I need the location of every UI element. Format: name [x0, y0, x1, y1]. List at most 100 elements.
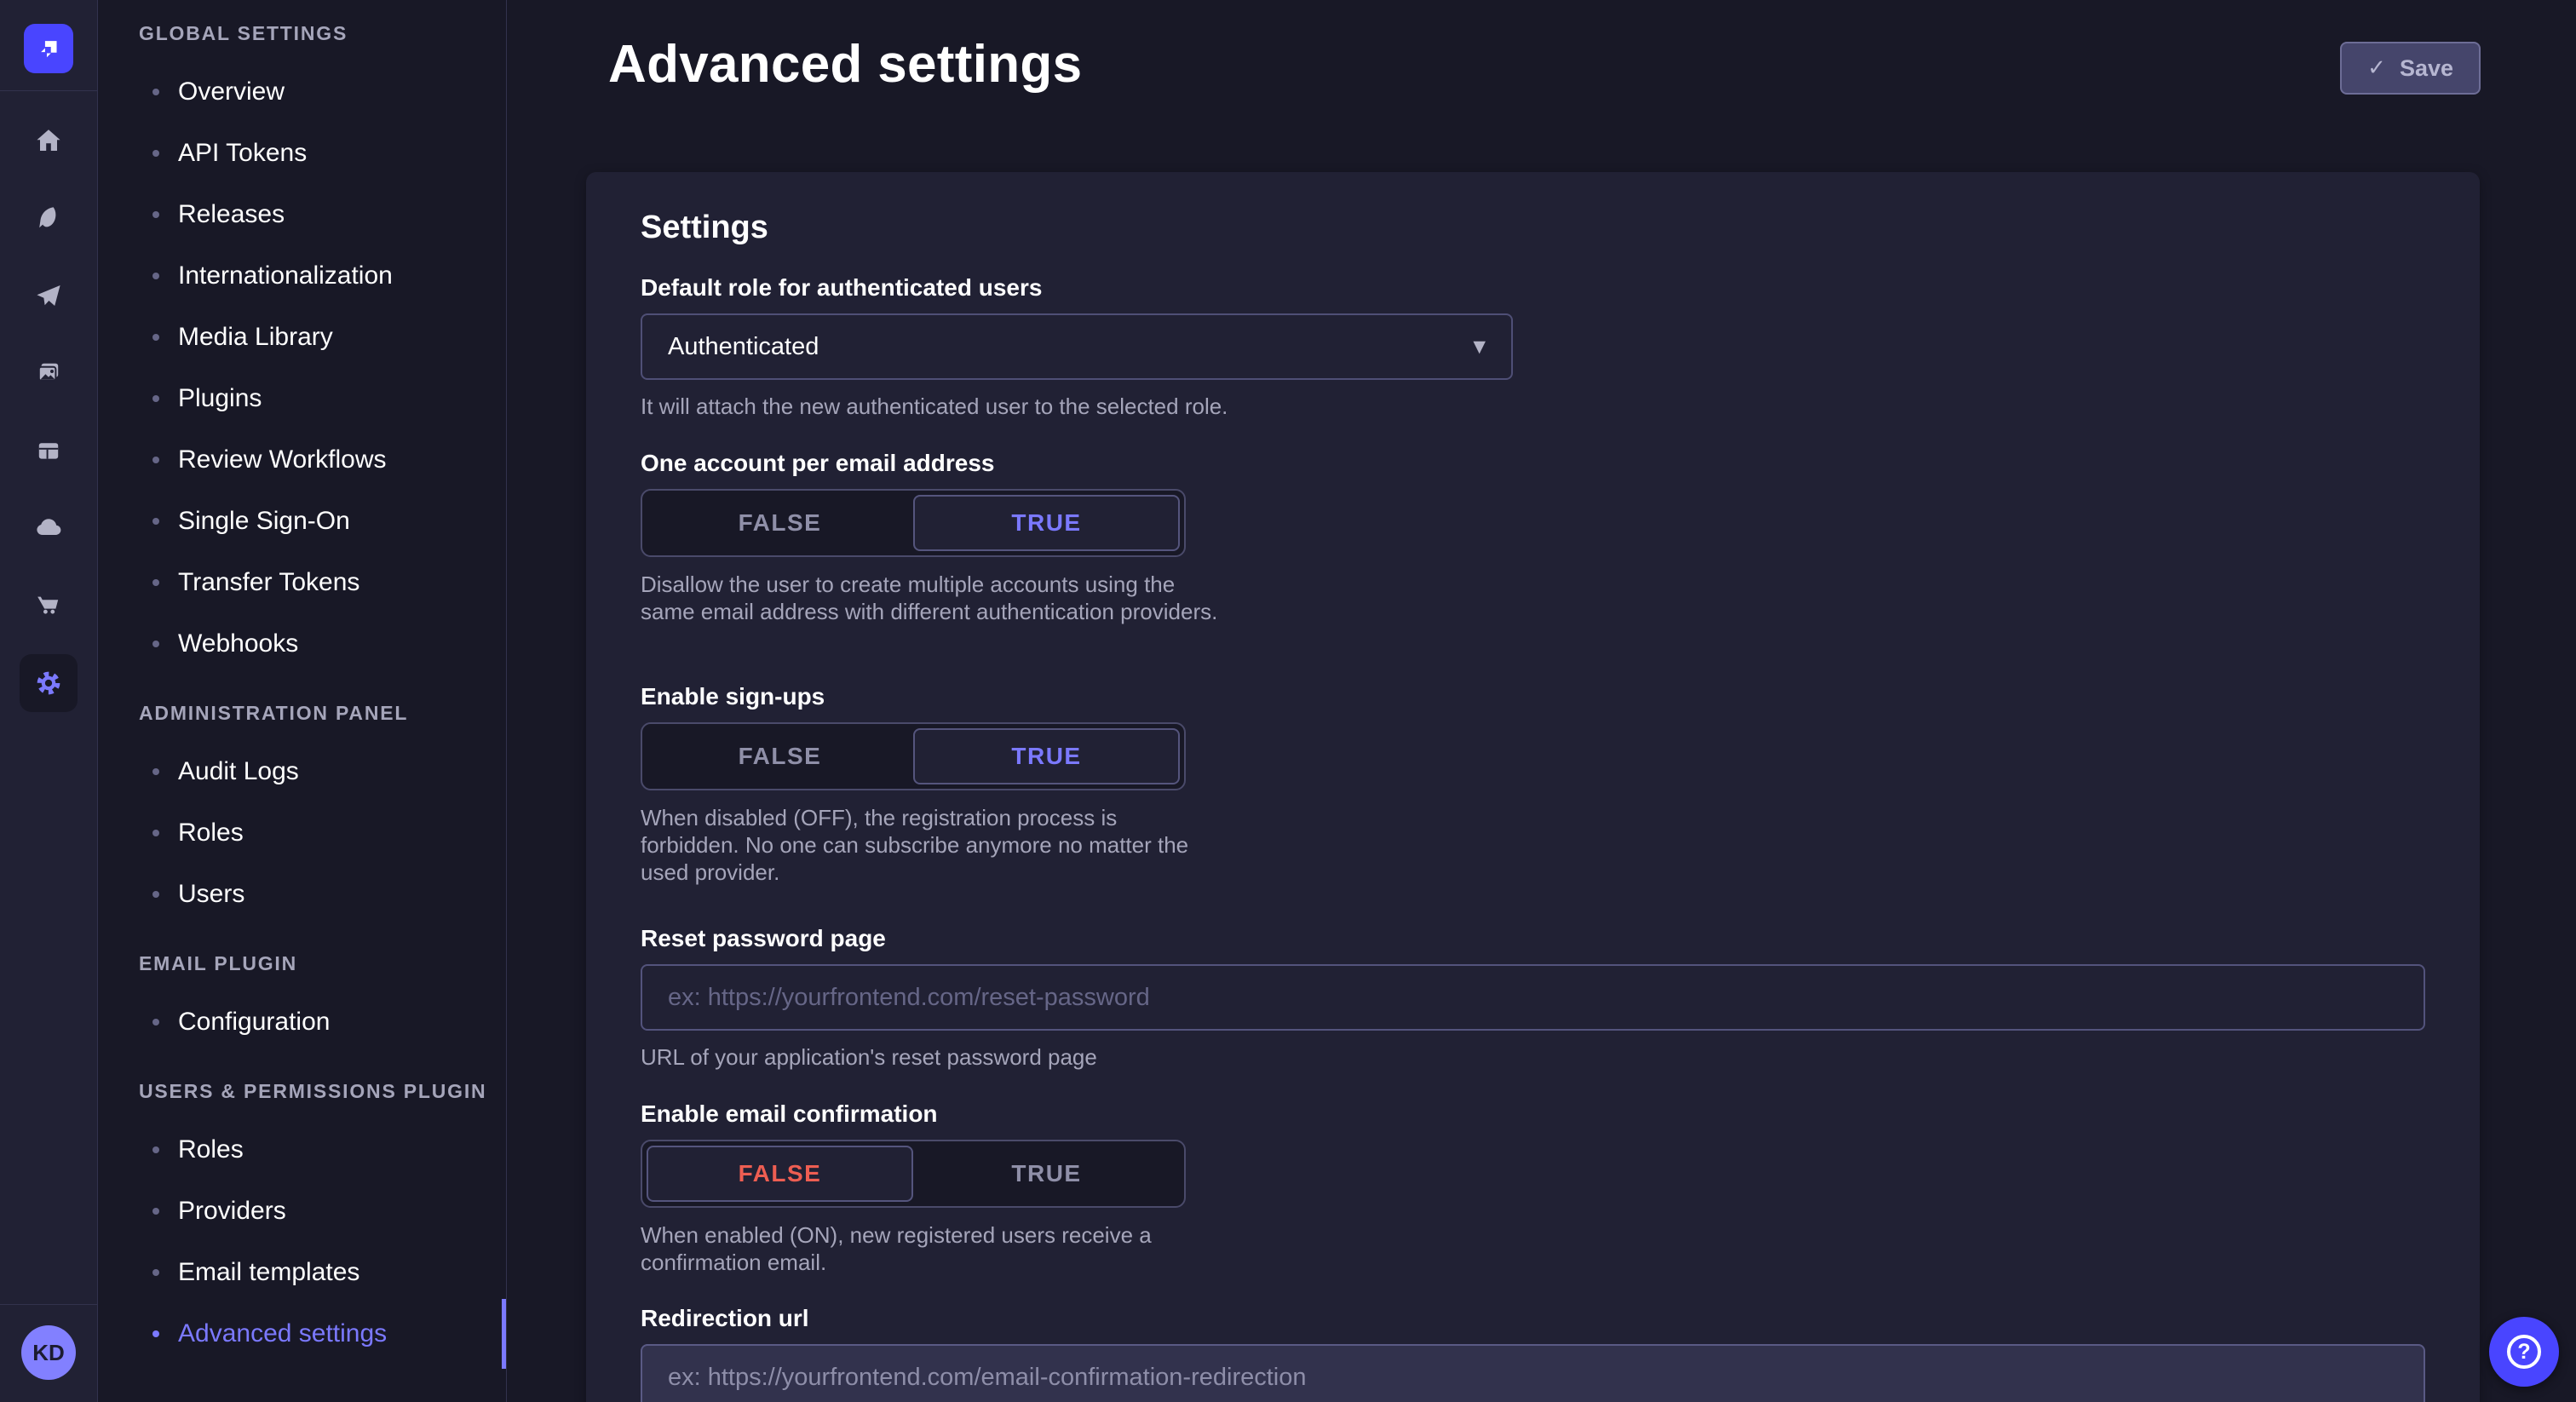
bullet-dot [152, 395, 159, 402]
field-label: Enable email confirmation [641, 1100, 1220, 1128]
active-indicator-bar [502, 1299, 506, 1369]
bullet-dot [152, 150, 159, 157]
subnav-item-review-workflows[interactable]: Review Workflows [98, 429, 506, 491]
bullet-dot [152, 518, 159, 525]
save-button-label: Save [2400, 55, 2453, 82]
email-confirmation-toggle: FALSE TRUE [641, 1140, 1186, 1208]
subnav-item-email-templates[interactable]: Email templates [98, 1242, 506, 1303]
subnav-item-releases[interactable]: Releases [98, 184, 506, 245]
default-role-field: Default role for authenticated users Aut… [641, 274, 1513, 420]
marketplace-cart-icon[interactable] [30, 587, 67, 624]
field-hint: It will attach the new authenticated use… [641, 394, 1513, 420]
toggle-true-option[interactable]: TRUE [913, 728, 1180, 784]
reset-password-field: Reset password page URL of your applicat… [641, 925, 2425, 1071]
subnav-item-transfer-tokens[interactable]: Transfer Tokens [98, 552, 506, 613]
field-label: Redirection url [641, 1305, 2425, 1332]
bullet-dot [152, 334, 159, 341]
subnav-item-single-sign-on[interactable]: Single Sign-On [98, 491, 506, 552]
bullet-dot [152, 768, 159, 775]
chevron-down-icon: ▼ [1473, 337, 1486, 356]
bullet-dot [152, 457, 159, 463]
bullet-dot [152, 89, 159, 95]
media-library-icon[interactable] [30, 354, 67, 392]
field-hint: When enabled (ON), new registered users … [641, 1221, 1220, 1276]
bullet-dot [152, 1019, 159, 1026]
field-hint: URL of your application's reset password… [641, 1044, 2425, 1071]
reset-password-input[interactable] [641, 964, 2425, 1031]
strapi-logo-icon [34, 34, 63, 63]
bullet-dot [152, 641, 159, 647]
subnav-item-api-tokens[interactable]: API Tokens [98, 123, 506, 184]
rail-divider [0, 90, 97, 91]
subnav-item-webhooks[interactable]: Webhooks [98, 613, 506, 675]
one-account-toggle: FALSE TRUE [641, 489, 1186, 557]
subnav-item-admin-users[interactable]: Users [98, 864, 506, 925]
bullet-dot [152, 1208, 159, 1215]
bullet-dot [152, 1146, 159, 1153]
card-heading: Settings [641, 210, 768, 246]
enable-signups-toggle: FALSE TRUE [641, 722, 1186, 790]
enable-signups-field: Enable sign-ups FALSE TRUE When disabled… [641, 683, 1220, 886]
subnav-item-overview[interactable]: Overview [98, 61, 506, 123]
subnav-item-plugins[interactable]: Plugins [98, 368, 506, 429]
save-button[interactable]: ✓ Save [2340, 42, 2481, 95]
cloud-icon[interactable] [30, 509, 67, 547]
redirection-url-input[interactable] [641, 1344, 2425, 1402]
subnav-section-global-settings: GLOBAL SETTINGS Overview API Tokens Rele… [98, 22, 506, 675]
main-nav-rail: KD [0, 0, 98, 1402]
redirection-url-field: Redirection url [641, 1305, 2425, 1402]
toggle-false-option[interactable]: FALSE [647, 728, 913, 784]
bullet-dot [152, 579, 159, 586]
subnav-item-media-library[interactable]: Media Library [98, 307, 506, 368]
settings-gear-icon[interactable] [20, 654, 78, 712]
send-plane-icon[interactable] [30, 277, 67, 314]
toggle-true-option[interactable]: TRUE [913, 495, 1180, 551]
section-label: EMAIL PLUGIN [98, 952, 506, 974]
toggle-false-option[interactable]: FALSE [647, 495, 913, 551]
section-label: GLOBAL SETTINGS [98, 22, 506, 44]
rail-icon-list [20, 122, 78, 702]
section-label: USERS & PERMISSIONS PLUGIN [98, 1080, 506, 1102]
home-icon[interactable] [30, 122, 67, 159]
subnav-item-email-configuration[interactable]: Configuration [98, 991, 506, 1053]
one-account-field: One account per email address FALSE TRUE… [641, 450, 1220, 625]
subnav-section-users-permissions-plugin: USERS & PERMISSIONS PLUGIN Roles Provide… [98, 1080, 506, 1365]
toggle-false-option[interactable]: FALSE [647, 1146, 913, 1202]
bullet-dot [152, 891, 159, 898]
strapi-admin-app: KD GLOBAL SETTINGS Overview API Tokens R… [0, 0, 2576, 1402]
field-label: One account per email address [641, 450, 1220, 477]
check-icon: ✓ [2367, 55, 2386, 81]
strapi-logo[interactable] [24, 24, 73, 73]
subnav-item-advanced-settings[interactable]: Advanced settings [98, 1303, 506, 1365]
settings-subnav: GLOBAL SETTINGS Overview API Tokens Rele… [98, 0, 507, 1402]
field-label: Default role for authenticated users [641, 274, 1513, 302]
field-label: Enable sign-ups [641, 683, 1220, 710]
main-content: Advanced settings ✓ Save Settings Defaul… [507, 0, 2576, 1402]
bullet-dot [152, 273, 159, 279]
content-feather-icon[interactable] [30, 199, 67, 237]
help-button[interactable]: ? [2489, 1317, 2559, 1387]
subnav-item-providers[interactable]: Providers [98, 1181, 506, 1242]
default-role-select[interactable]: Authenticated ▼ [641, 313, 1513, 380]
select-value: Authenticated [668, 333, 819, 361]
field-label: Reset password page [641, 925, 2425, 952]
bullet-dot [152, 1330, 159, 1337]
page-title: Advanced settings [608, 34, 1082, 95]
field-hint: When disabled (OFF), the registration pr… [641, 804, 1220, 886]
subnav-item-internationalization[interactable]: Internationalization [98, 245, 506, 307]
avatar[interactable]: KD [21, 1325, 76, 1380]
email-confirmation-field: Enable email confirmation FALSE TRUE Whe… [641, 1100, 1220, 1276]
field-hint: Disallow the user to create multiple acc… [641, 571, 1220, 625]
question-mark-icon: ? [2507, 1335, 2541, 1369]
bullet-dot [152, 211, 159, 218]
subnav-item-admin-roles[interactable]: Roles [98, 802, 506, 864]
settings-card: Settings Default role for authenticated … [586, 172, 2480, 1402]
subnav-item-up-roles[interactable]: Roles [98, 1119, 506, 1181]
layout-panel-icon[interactable] [30, 432, 67, 469]
bullet-dot [152, 1269, 159, 1276]
subnav-section-email-plugin: EMAIL PLUGIN Configuration [98, 952, 506, 1053]
subnav-item-audit-logs[interactable]: Audit Logs [98, 741, 506, 802]
subnav-section-administration-panel: ADMINISTRATION PANEL Audit Logs Roles Us… [98, 702, 506, 925]
toggle-true-option[interactable]: TRUE [913, 1146, 1180, 1202]
section-label: ADMINISTRATION PANEL [98, 702, 506, 724]
